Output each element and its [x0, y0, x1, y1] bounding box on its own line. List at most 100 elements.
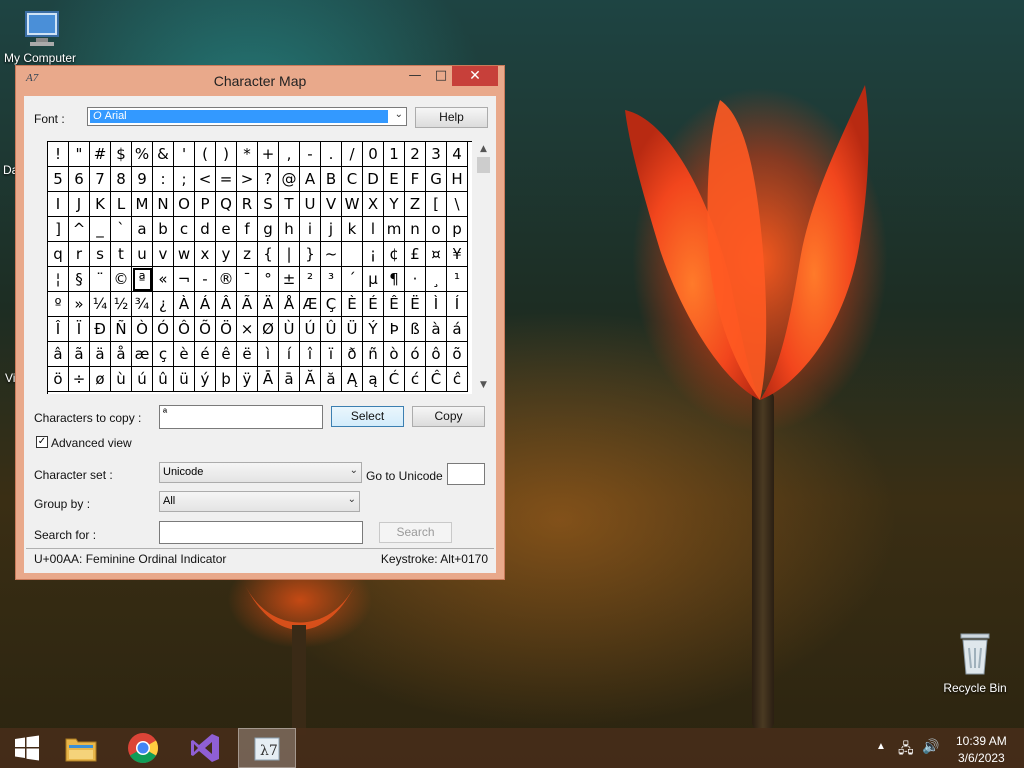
char-cell[interactable]: Ā — [258, 367, 279, 392]
char-cell[interactable]: Ê — [384, 292, 405, 317]
char-cell[interactable]: 8 — [111, 167, 132, 192]
char-cell[interactable]: @ — [279, 167, 300, 192]
char-cell[interactable]: ¨ — [90, 267, 111, 292]
help-button[interactable]: Help — [415, 107, 488, 128]
char-cell[interactable]: ç — [153, 342, 174, 367]
clock-date[interactable]: 3/6/2023 — [958, 751, 1005, 765]
char-cell[interactable]: D — [363, 167, 384, 192]
char-cell[interactable]: Ó — [153, 317, 174, 342]
char-cell[interactable]: ¯ — [237, 267, 258, 292]
char-cell[interactable]: º — [48, 292, 69, 317]
char-cell[interactable]: ñ — [363, 342, 384, 367]
char-cell[interactable]: x — [195, 242, 216, 267]
char-cell[interactable]: ® — [216, 267, 237, 292]
char-cell[interactable]: 4 — [447, 142, 468, 167]
char-cell[interactable]: S — [258, 192, 279, 217]
font-dropdown[interactable]: O Arial ⌄ — [87, 107, 407, 126]
char-cell[interactable]: ö — [48, 367, 69, 392]
char-cell[interactable]: ! — [48, 142, 69, 167]
char-cell[interactable]: ¥ — [447, 242, 468, 267]
char-cell[interactable]: Ô — [174, 317, 195, 342]
char-cell[interactable]: ü — [174, 367, 195, 392]
char-cell[interactable]: X — [363, 192, 384, 217]
char-cell[interactable]: # — [90, 142, 111, 167]
char-cell[interactable]: f — [237, 217, 258, 242]
char-cell[interactable]: V — [321, 192, 342, 217]
char-cell[interactable]: ¬ — [174, 267, 195, 292]
char-cell[interactable]: " — [69, 142, 90, 167]
char-cell[interactable]: B — [321, 167, 342, 192]
char-cell[interactable]: ð — [342, 342, 363, 367]
char-cell[interactable]: s — [90, 242, 111, 267]
char-cell[interactable]: Ç — [321, 292, 342, 317]
char-cell[interactable]: ´ — [342, 267, 363, 292]
char-cell[interactable]: M — [132, 192, 153, 217]
char-cell[interactable]: Â — [216, 292, 237, 317]
char-cell[interactable]: n — [405, 217, 426, 242]
char-cell[interactable]: ā — [279, 367, 300, 392]
char-cell[interactable]: ^ — [69, 217, 90, 242]
char-cell[interactable]: É — [363, 292, 384, 317]
char-cell[interactable]: L — [111, 192, 132, 217]
char-cell[interactable]: ¶ — [384, 267, 405, 292]
copy-button[interactable]: Copy — [412, 406, 485, 427]
char-cell[interactable]: d — [195, 217, 216, 242]
char-cell[interactable]: U — [300, 192, 321, 217]
char-cell[interactable]: ú — [132, 367, 153, 392]
char-cell[interactable]: Ć — [384, 367, 405, 392]
char-cell[interactable]: } — [300, 242, 321, 267]
char-cell[interactable]: ½ — [111, 292, 132, 317]
char-cell[interactable]: | — [279, 242, 300, 267]
char-cell[interactable]: 6 — [69, 167, 90, 192]
char-cell[interactable]: 9 — [132, 167, 153, 192]
char-cell[interactable]: ¹ — [447, 267, 468, 292]
network-icon[interactable]: 🖧 — [898, 738, 914, 762]
char-cell[interactable]: µ — [363, 267, 384, 292]
search-button[interactable]: Search — [379, 522, 452, 543]
grid-scrollbar[interactable]: ▲ ▼ — [475, 141, 492, 393]
char-cell[interactable]: ¢ — [384, 242, 405, 267]
char-cell[interactable]: c — [174, 217, 195, 242]
char-cell[interactable]: Á — [195, 292, 216, 317]
char-cell[interactable]: æ — [132, 342, 153, 367]
char-cell[interactable]: ì — [258, 342, 279, 367]
char-cell[interactable]: Õ — [195, 317, 216, 342]
char-cell[interactable]: K — [90, 192, 111, 217]
char-cell[interactable]: ; — [174, 167, 195, 192]
char-cell[interactable]: Û — [321, 317, 342, 342]
char-cell[interactable]: ó — [405, 342, 426, 367]
search-for-input[interactable] — [159, 521, 363, 544]
char-cell[interactable]: ô — [426, 342, 447, 367]
char-cell[interactable]: å — [111, 342, 132, 367]
close-button[interactable]: ✕ — [452, 66, 498, 86]
my-computer-desktop-icon[interactable]: My Computer — [0, 8, 80, 65]
char-cell[interactable]: < — [195, 167, 216, 192]
char-cell[interactable]: \ — [447, 192, 468, 217]
char-cell[interactable]: é — [195, 342, 216, 367]
char-cell[interactable]: Ú — [300, 317, 321, 342]
char-cell[interactable]: v — [153, 242, 174, 267]
char-cell[interactable]: R — [237, 192, 258, 217]
char-cell[interactable]: t — [111, 242, 132, 267]
char-cell[interactable]: [ — [426, 192, 447, 217]
char-cell[interactable]: - — [300, 142, 321, 167]
char-cell[interactable]: Y — [384, 192, 405, 217]
char-cell[interactable]: · — [405, 267, 426, 292]
char-cell[interactable]: î — [300, 342, 321, 367]
char-cell[interactable]: W — [342, 192, 363, 217]
char-cell[interactable]: â — [48, 342, 69, 367]
char-cell[interactable]: Ù — [279, 317, 300, 342]
clock-time[interactable]: 10:39 AM — [956, 734, 1007, 748]
char-cell[interactable]: ] — [48, 217, 69, 242]
char-cell[interactable]: 5 — [48, 167, 69, 192]
char-cell[interactable]: ý — [195, 367, 216, 392]
desktop-edge-label-2[interactable]: Vi — [5, 371, 15, 385]
char-cell[interactable]: o — [426, 217, 447, 242]
char-cell[interactable]: £ — [405, 242, 426, 267]
char-cell[interactable]: ß — [405, 317, 426, 342]
char-cell[interactable]: õ — [447, 342, 468, 367]
char-cell[interactable]: p — [447, 217, 468, 242]
char-cell[interactable]: Î — [48, 317, 69, 342]
char-cell[interactable]: I — [48, 192, 69, 217]
char-cell[interactable]: r — [69, 242, 90, 267]
